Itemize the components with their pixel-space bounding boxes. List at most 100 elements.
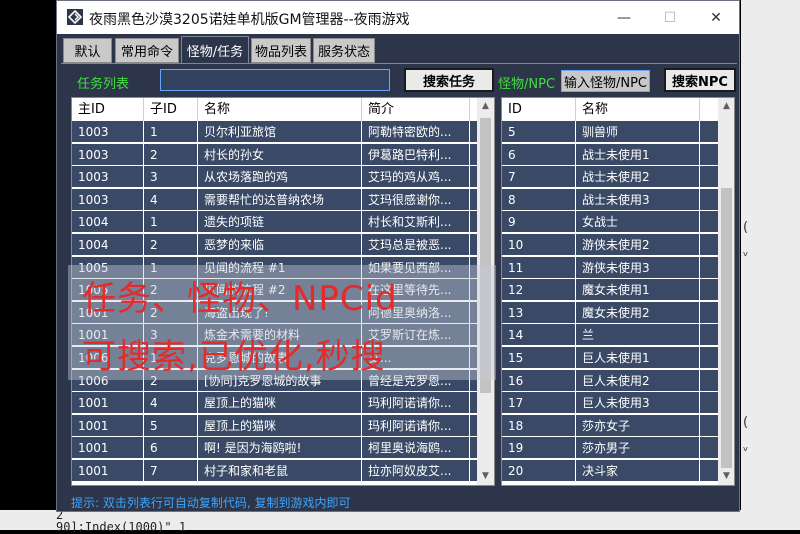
column-header-description[interactable]: 简介 [362, 98, 470, 121]
table-cell: 7 [144, 460, 198, 482]
table-cell: 1003 [72, 121, 144, 143]
window-title: 夜雨黑色沙漠3205诺娃单机版GM管理器--夜雨游戏 [89, 12, 410, 28]
table-cell: 1003 [72, 188, 144, 211]
background-text: ᵥ [743, 245, 749, 260]
npc-label: 怪物/NPC [498, 77, 556, 92]
table-cell: 决斗家 [576, 460, 700, 482]
tab-divider [61, 63, 737, 64]
table-cell: 啊! 是因为海鸥啦! [198, 437, 362, 460]
table-cell: 游侠未使用2 [576, 234, 700, 256]
table-cell: 从农场落跑的鸡 [198, 166, 362, 189]
table-cell: 8 [502, 188, 576, 211]
column-header-sub-id[interactable]: 子ID [144, 98, 198, 121]
table-cell: 驯兽师 [576, 121, 700, 143]
table-cell: 4 [144, 188, 198, 211]
table-cell: 拉亦阿奴皮艾... [362, 460, 470, 482]
table-cell: 魔女未使用2 [576, 301, 700, 324]
column-header-id[interactable]: ID [502, 98, 576, 121]
scroll-down-icon[interactable]: ▼ [718, 468, 734, 485]
scroll-up-icon[interactable]: ▲ [477, 98, 494, 115]
scroll-down-icon[interactable]: ▼ [477, 468, 494, 485]
app-logo-icon [67, 9, 83, 25]
overlay-line-1: 任务、怪物、NPCid [82, 279, 398, 319]
tab-server-status[interactable]: 服务状态 [313, 38, 375, 63]
table-cell: 17 [502, 392, 576, 415]
table-cell: 阿勒特密欧的... [362, 121, 470, 143]
title-bar[interactable]: 夜雨黑色沙漠3205诺娃单机版GM管理器--夜雨游戏 — ☐ ✕ [57, 1, 739, 34]
background-text: ( [743, 220, 749, 235]
table-cell: 16 [502, 369, 576, 392]
table-cell: 18 [502, 414, 576, 437]
npc-search-input[interactable]: 输入怪物/NPC [561, 70, 650, 92]
table-cell: 伊葛路巴特利... [362, 143, 470, 166]
promo-overlay: 任务、怪物、NPCid 可搜索,已优化,秒搜 [68, 265, 496, 380]
table-cell: 艾玛总是被恶... [362, 234, 470, 256]
scrollbar-thumb[interactable] [721, 188, 732, 468]
table-cell: 2 [144, 143, 198, 166]
table-cell: 恶梦的来临 [198, 234, 362, 256]
table-cell: 屋顶上的猫咪 [198, 414, 362, 437]
table-cell: 9 [502, 211, 576, 234]
column-header-name[interactable]: 名称 [198, 98, 362, 121]
table-cell: 莎亦女子 [576, 414, 700, 437]
scroll-up-icon[interactable]: ▲ [718, 98, 734, 115]
column-header-main-id[interactable]: 主ID [72, 98, 144, 121]
table-cell: 战士未使用2 [576, 166, 700, 189]
table-cell: 2 [144, 234, 198, 256]
table-cell: 村长的孙女 [198, 143, 362, 166]
table-cell: 莎亦男子 [576, 437, 700, 460]
background-text: ( [743, 415, 749, 430]
table-cell: 6 [144, 437, 198, 460]
table-cell: 巨人未使用2 [576, 369, 700, 392]
table-cell: 13 [502, 301, 576, 324]
table-cell: 巨人未使用3 [576, 392, 700, 415]
maximize-button[interactable]: ☐ [647, 1, 693, 34]
tab-default[interactable]: 默认 [63, 38, 112, 63]
table-cell: 3 [144, 166, 198, 189]
background-text: ᵥ [743, 440, 749, 455]
minimize-button[interactable]: — [601, 1, 647, 34]
close-button[interactable]: ✕ [693, 1, 739, 34]
table-cell: 10 [502, 234, 576, 256]
table-cell: 15 [502, 347, 576, 369]
table-cell: 女战士 [576, 211, 700, 234]
table-cell: 1001 [72, 460, 144, 482]
table-cell: 魔女未使用1 [576, 279, 700, 302]
table-cell: 7 [502, 166, 576, 189]
table-cell: 20 [502, 460, 576, 482]
table-cell: 艾玛的鸡从鸡... [362, 166, 470, 189]
table-cell: 1 [144, 121, 198, 143]
table-cell: 贝尔利亚旅馆 [198, 121, 362, 143]
table-cell: 12 [502, 279, 576, 302]
background-window-right: ( ᵥ ( ᵥ [741, 0, 800, 530]
tab-monsters-quests[interactable]: 怪物/任务 [181, 36, 249, 64]
table-cell: 玛利阿诺请你... [362, 392, 470, 415]
table-cell: 屋顶上的猫咪 [198, 392, 362, 415]
tab-common-commands[interactable]: 常用命令 [115, 38, 179, 63]
quest-search-input[interactable] [160, 69, 390, 91]
table-cell: 1001 [72, 414, 144, 437]
table-cell: 11 [502, 256, 576, 279]
table-cell: 1003 [72, 166, 144, 189]
table-cell: 6 [502, 143, 576, 166]
column-header-name[interactable]: 名称 [576, 98, 700, 121]
table-cell: 柯里奥说海鸥... [362, 437, 470, 460]
table-cell: 兰 [576, 324, 700, 347]
table-cell: 14 [502, 324, 576, 347]
table-cell: 战士未使用3 [576, 188, 700, 211]
overlay-line-2: 可搜索,已优化,秒搜 [82, 337, 386, 377]
table-cell: 1 [144, 211, 198, 234]
tab-item-list[interactable]: 物品列表 [251, 38, 311, 63]
background-editor-strip: 2 90];Index(1000)" 1 [0, 508, 800, 534]
table-cell: 游侠未使用3 [576, 256, 700, 279]
table-cell: 4 [144, 392, 198, 415]
table-cell: 5 [502, 121, 576, 143]
table-cell: 战士未使用1 [576, 143, 700, 166]
search-npc-button[interactable]: 搜索NPC [664, 68, 736, 92]
npc-table[interactable]: ID 名称 5 驯兽师 6 战士未使用1 7 战士未使用2 8 战士未使用3 9 女战士 10 游侠未… [501, 97, 735, 486]
table-cell: 艾玛很感谢你... [362, 188, 470, 211]
table-cell: 1004 [72, 234, 144, 256]
search-quest-button[interactable]: 搜索任务 [404, 68, 494, 92]
npc-scrollbar[interactable]: ▲ ▼ [718, 98, 734, 485]
table-cell: 巨人未使用1 [576, 347, 700, 369]
